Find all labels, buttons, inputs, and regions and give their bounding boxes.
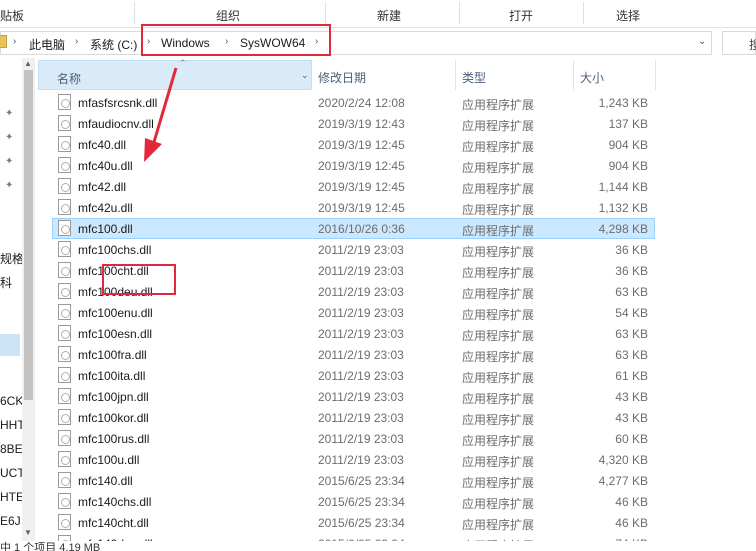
pin-icon[interactable]: ✦ (5, 132, 13, 143)
ribbon-group-labels: 贴板 组织 新建 打开 选择 (0, 0, 756, 28)
chevron-right-icon[interactable]: › (75, 36, 78, 47)
status-bar: 中 1 个项目 4.19 MB (0, 541, 756, 551)
ribbon-group-clipboard: 贴板 (0, 9, 25, 23)
nav-item[interactable]: E6J (0, 514, 22, 528)
ribbon-group-new: 新建 (377, 9, 402, 23)
nav-item[interactable]: UCT (0, 466, 22, 480)
folder-icon (0, 35, 7, 48)
nav-item-selected[interactable] (0, 334, 20, 356)
pin-icon[interactable]: ✦ (5, 180, 13, 191)
nav-item[interactable]: 规格 (0, 250, 22, 267)
ribbon-separator (459, 2, 460, 24)
annotation-arrow-head (144, 138, 162, 162)
search-box[interactable]: 搜 (722, 31, 756, 55)
chevron-down-icon[interactable]: ⌄ (698, 36, 706, 47)
nav-item[interactable]: 8BE (0, 442, 22, 456)
annotation-arrow-shaft (152, 67, 178, 143)
ribbon-separator (325, 2, 326, 24)
ribbon-group-organize: 组织 (216, 9, 241, 23)
status-text: 中 1 个项目 4.19 MB (0, 542, 101, 551)
address-bar[interactable]: › 此电脑 › 系统 (C:) › Windows › SysWOW64 › ⌄ (0, 31, 712, 55)
ribbon-separator (134, 2, 135, 24)
pin-icon[interactable]: ✦ (5, 156, 13, 167)
search-input-label: 搜 (749, 38, 756, 52)
breadcrumb-this-pc[interactable]: 此电脑 (29, 36, 65, 53)
navigation-pane: ✦ ✦ ✦ ✦ 规格 科 6CK HHT 8BE UCT HTE E6J ▲ ▼ (0, 58, 35, 551)
scroll-up-icon[interactable]: ▲ (24, 59, 32, 68)
file-list: ⌃ 名称 ⌄ 修改日期 类型 大小 mfasfsrcsnk.dll 2020/2/… (38, 58, 756, 551)
nav-item[interactable]: HHT (0, 418, 22, 432)
annotation-arrow (144, 67, 178, 162)
nav-scrollbar-thumb[interactable] (24, 70, 33, 400)
annotation-highlight-path (141, 24, 331, 56)
ribbon-group-open: 打开 (509, 9, 534, 23)
pin-icon[interactable]: ✦ (5, 108, 13, 119)
address-bar-row: › 此电脑 › 系统 (C:) › Windows › SysWOW64 › ⌄… (0, 28, 756, 58)
nav-scrollbar[interactable]: ▲ ▼ (22, 58, 35, 551)
chevron-right-icon[interactable]: › (13, 36, 16, 47)
nav-item[interactable]: HTE (0, 490, 22, 504)
ribbon-group-select: 选择 (616, 9, 641, 23)
nav-item[interactable]: 6CK (0, 394, 22, 408)
nav-item[interactable]: 科 (0, 274, 22, 291)
scroll-down-icon[interactable]: ▼ (24, 528, 32, 537)
breadcrumb-drive-c[interactable]: 系统 (C:) (90, 36, 137, 53)
ribbon-separator (583, 2, 584, 24)
